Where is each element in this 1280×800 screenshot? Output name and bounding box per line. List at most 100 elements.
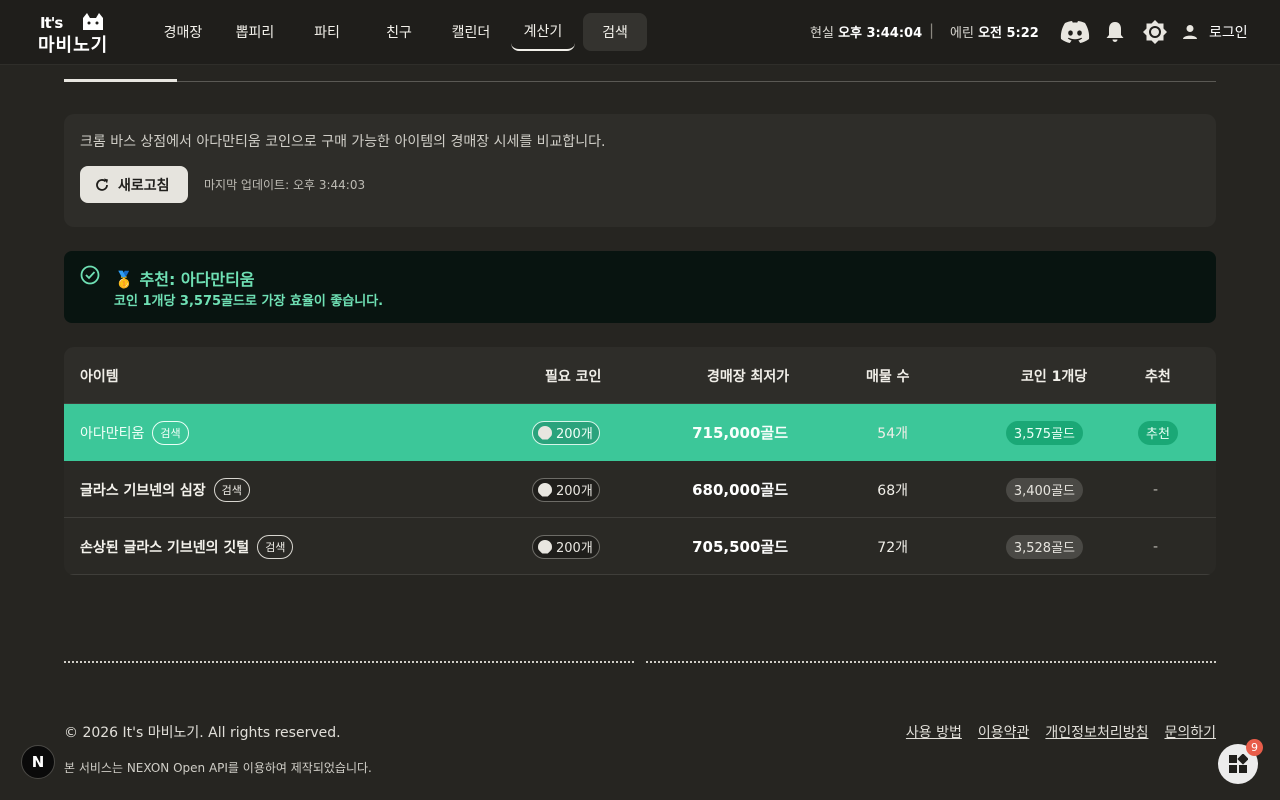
coin-chip: 200개 [532, 420, 600, 445]
footer-link-privacy[interactable]: 개인정보처리방침 [1045, 722, 1148, 742]
item-name[interactable]: 아다만티움 [80, 423, 144, 443]
footer-links: 사용 방법 이용약관 개인정보처리방침 문의하기 [890, 722, 1216, 742]
user-icon [1183, 25, 1197, 39]
refresh-icon [96, 178, 108, 191]
api-note: 본 서비스는 NEXON Open API를 이용하여 제작되었습니다. [64, 761, 372, 775]
nav-calculator[interactable]: 계산기 [511, 13, 575, 51]
coin-amount: 200개 [556, 484, 593, 499]
nav-search[interactable]: 검색 [583, 13, 647, 51]
recommend-empty: - [1153, 481, 1159, 498]
nexon-badge[interactable]: N [21, 745, 55, 779]
top-header: It's 마비노기 경매장 뽑피리 파티 친구 캘린더 계산기 검색 현실 오후… [0, 0, 1280, 65]
per-coin-cell: 3,400골드 [1005, 461, 1083, 518]
recommendation-title: 🥇 추천: 아다만티움 [114, 266, 255, 290]
site-logo[interactable]: It's 마비노기 [38, 12, 112, 56]
tab-divider [64, 81, 1216, 82]
coin-amount: 200개 [556, 541, 593, 556]
brightness-icon[interactable] [1139, 16, 1171, 48]
coin-icon [538, 539, 552, 554]
cat-logo-icon [83, 13, 103, 30]
header-listings: 매물 수 [866, 369, 910, 385]
erinn-time-value: 오전 5:22 [978, 26, 1039, 41]
recommend-cell: 추천 [1138, 404, 1178, 461]
coin-amount: 200개 [556, 427, 593, 442]
last-update-text: 마지막 업데이트: 오후 3:44:03 [204, 178, 366, 192]
table-row[interactable]: 아다만티움 검색 200개 715,000골드 54개 3,575골드 추천 [64, 404, 1216, 461]
lowest-price: 680,000골드 [692, 481, 788, 499]
login-label: 로그인 [1209, 25, 1248, 41]
nav-calendar[interactable]: 캘린더 [435, 13, 507, 51]
recommendation-description: 코인 1개당 3,575골드로 가장 효율이 좋습니다. [114, 294, 384, 309]
logo-bottom-text: 마비노기 [38, 35, 109, 56]
table-row[interactable]: 글라스 기브넨의 심장 검색 200개 680,000골드 68개 3,400골… [64, 461, 1216, 518]
listing-count: 54개 [877, 425, 908, 442]
item-search-button[interactable]: 검색 [213, 477, 250, 502]
real-time-label: 현실 [810, 26, 834, 41]
erinn-time-clock: 에린 오전 5:22 [950, 22, 1039, 41]
coin-icon [538, 425, 552, 440]
item-cell: 글라스 기브넨의 심장 검색 [80, 461, 250, 518]
header-recommend: 추천 [1145, 369, 1171, 385]
item-cell: 손상된 글라스 기브넨의 깃털 검색 [80, 518, 294, 575]
price-cell: 705,500골드 [692, 518, 788, 575]
refresh-label: 새로고침 [118, 177, 170, 194]
info-card: 크롬 바스 상점에서 아다만티움 코인으로 구매 가능한 아이템의 경매장 시세… [64, 114, 1216, 227]
coin-icon [538, 482, 552, 497]
logo-top-text: It's [40, 14, 63, 32]
listing-count: 72개 [877, 539, 908, 556]
price-cell: 680,000골드 [692, 461, 788, 518]
count-cell: 68개 [877, 461, 908, 518]
price-cell: 715,000골드 [692, 404, 788, 461]
coins-cell: 200개 [532, 461, 600, 518]
nav-gacha[interactable]: 뽑피리 [219, 13, 291, 51]
nav-auction[interactable]: 경매장 [147, 13, 219, 51]
count-cell: 54개 [877, 404, 908, 461]
medal-icon: 🥇 [114, 270, 134, 289]
footer-link-contact[interactable]: 문의하기 [1164, 722, 1216, 742]
erinn-time-label: 에린 [950, 26, 974, 41]
nav-friends[interactable]: 친구 [363, 13, 435, 51]
recommend-cell: - [1153, 518, 1158, 575]
main-nav: 경매장 뽑피리 파티 친구 캘린더 계산기 검색 [147, 13, 647, 51]
header-lowest-price: 경매장 최저가 [707, 369, 790, 385]
coin-chip: 200개 [532, 477, 600, 502]
real-time-value: 오후 3:44:04 [838, 26, 923, 41]
item-search-button[interactable]: 검색 [152, 420, 189, 445]
lowest-price: 705,500골드 [692, 538, 788, 556]
nav-party[interactable]: 파티 [291, 13, 363, 51]
coins-cell: 200개 [532, 404, 600, 461]
notification-count-badge: 9 [1246, 739, 1263, 756]
header-item: 아이템 [80, 369, 119, 385]
coins-cell: 200개 [532, 518, 600, 575]
per-coin-value: 3,528골드 [1005, 534, 1083, 559]
footer-link-terms[interactable]: 이용약관 [978, 722, 1030, 742]
real-time-clock: 현실 오후 3:44:04 [810, 22, 922, 41]
clock-separator: | [929, 21, 935, 39]
per-coin-value: 3,400골드 [1005, 477, 1083, 502]
count-cell: 72개 [877, 518, 908, 575]
login-button[interactable]: 로그인 [1181, 20, 1248, 44]
tab-active-indicator [64, 79, 177, 82]
footer-link-guide[interactable]: 사용 방법 [906, 722, 962, 742]
item-name[interactable]: 손상된 글라스 기브넨의 깃털 [80, 537, 249, 557]
footer-divider-right [646, 661, 1216, 663]
per-coin-value: 3,575골드 [1005, 420, 1083, 445]
recommend-badge: 추천 [1138, 420, 1178, 445]
lowest-price: 715,000골드 [692, 424, 788, 442]
item-search-button[interactable]: 검색 [257, 534, 294, 559]
footer-divider-left [64, 661, 634, 663]
refresh-button[interactable]: 새로고침 [80, 166, 188, 203]
bell-icon[interactable] [1099, 16, 1131, 48]
discord-icon[interactable] [1059, 16, 1091, 48]
info-description: 크롬 바스 상점에서 아다만티움 코인으로 구매 가능한 아이템의 경매장 시세… [80, 134, 606, 150]
table-row[interactable]: 손상된 글라스 기브넨의 깃털 검색 200개 705,500골드 72개 3,… [64, 518, 1216, 575]
price-comparison-table: 아이템 필요 코인 경매장 최저가 매물 수 코인 1개당 추천 아다만티움 검… [64, 347, 1216, 575]
coin-chip: 200개 [532, 534, 600, 559]
item-cell: 아다만티움 검색 [80, 404, 189, 461]
listing-count: 68개 [877, 482, 908, 499]
table-header: 아이템 필요 코인 경매장 최저가 매물 수 코인 1개당 추천 [64, 347, 1216, 404]
recommendation-card: 🥇 추천: 아다만티움 코인 1개당 3,575골드로 가장 효율이 좋습니다. [64, 251, 1216, 323]
item-name[interactable]: 글라스 기브넨의 심장 [80, 480, 206, 500]
recommendation-title-text: 추천: 아다만티움 [139, 270, 255, 289]
widget-grid-icon [1229, 754, 1248, 773]
